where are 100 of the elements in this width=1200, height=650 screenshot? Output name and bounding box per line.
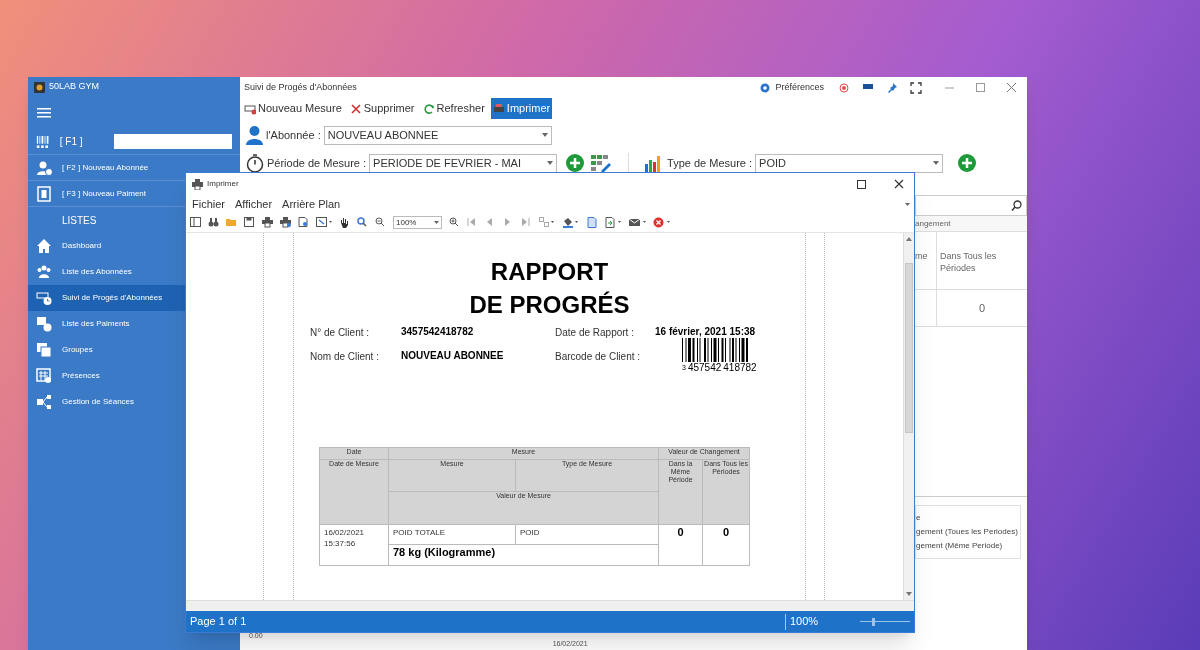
barcode-icon bbox=[36, 133, 50, 150]
gear-icon bbox=[759, 81, 772, 94]
toolbar-button[interactable]: Refresher bbox=[420, 98, 487, 119]
horizontal-scrollbar[interactable] bbox=[186, 600, 914, 611]
export-icon[interactable] bbox=[605, 217, 622, 228]
save-icon[interactable] bbox=[244, 217, 255, 228]
network-icon bbox=[36, 394, 52, 410]
barcode-digits: 457542 bbox=[687, 362, 722, 373]
app-title: 50LAB GYM bbox=[49, 80, 100, 94]
table-cell: POID TOTALE bbox=[388, 524, 516, 545]
field-label: Barcode de Client : bbox=[555, 350, 642, 364]
toolbar-button[interactable]: Nouveau Mesure bbox=[242, 98, 344, 119]
toolbar-button[interactable]: Imprimer bbox=[490, 98, 553, 119]
table-cell: POID bbox=[515, 524, 659, 545]
section-title: LISTES bbox=[62, 213, 97, 228]
report-title: RAPPORT bbox=[490, 257, 609, 287]
zoom-out-icon[interactable] bbox=[375, 217, 386, 228]
field-label: Type de Mesure : bbox=[667, 155, 753, 171]
menu-item[interactable]: Arrière Plan bbox=[282, 195, 341, 213]
zoom-dropdown[interactable]: 100% bbox=[393, 216, 442, 229]
field-label: l'Abonnée : bbox=[266, 127, 321, 143]
search-field[interactable] bbox=[915, 195, 1027, 216]
printer-icon bbox=[492, 102, 505, 115]
document-icon[interactable] bbox=[587, 217, 598, 228]
sidebar-item[interactable]: Présences bbox=[28, 363, 240, 389]
slider-thumb[interactable] bbox=[871, 617, 875, 626]
field-label: Nom de Client : bbox=[310, 350, 380, 364]
caret-icon bbox=[547, 161, 554, 165]
ruler-icon bbox=[244, 102, 256, 115]
refresh-icon bbox=[422, 102, 435, 115]
dropdown[interactable]: PERIODE DE FEVRIER - MAI bbox=[369, 153, 558, 173]
legend-label: e bbox=[916, 512, 922, 524]
user-icon bbox=[246, 125, 263, 145]
shortcut-label: [ F1 ] bbox=[59, 135, 84, 149]
page-indicator: Page 1 of 1 bbox=[189, 614, 248, 630]
menu-icon[interactable] bbox=[37, 108, 51, 118]
magnifier-icon[interactable] bbox=[357, 217, 368, 228]
field-label: Date de Rapport : bbox=[555, 326, 635, 340]
binoculars-icon[interactable] bbox=[208, 217, 219, 228]
zoom-level: 100% bbox=[790, 614, 820, 630]
stopwatch-icon bbox=[246, 153, 264, 173]
add-user-icon bbox=[36, 159, 52, 176]
maximize-icon[interactable] bbox=[857, 179, 866, 189]
scrollbar-thumb[interactable] bbox=[905, 263, 913, 433]
printer-icon[interactable] bbox=[262, 217, 273, 228]
add-icon[interactable] bbox=[566, 154, 585, 172]
dropdown[interactable]: NOUVEAU ABONNEE bbox=[323, 125, 552, 145]
users-icon bbox=[36, 264, 52, 280]
field-value: 3457542418782 bbox=[401, 325, 475, 339]
grid-edit-icon[interactable] bbox=[591, 154, 614, 172]
table-cell: 0 bbox=[658, 524, 703, 566]
sidebar-item[interactable]: Groupes bbox=[28, 337, 240, 363]
close-icon[interactable] bbox=[894, 179, 904, 189]
barcode-digits: 418782 bbox=[723, 362, 757, 373]
multipage-icon[interactable] bbox=[539, 217, 556, 228]
quick-print-icon[interactable] bbox=[280, 217, 291, 228]
panel-icon[interactable] bbox=[190, 217, 201, 228]
caret-icon bbox=[541, 133, 548, 137]
fullscreen-icon[interactable] bbox=[910, 81, 922, 94]
dropdown[interactable]: POID bbox=[755, 153, 944, 173]
column-header: Dans Tous les Périodes bbox=[940, 251, 997, 273]
column-header: me bbox=[915, 251, 928, 261]
sidebar-item[interactable]: Gestion de Séances bbox=[28, 389, 240, 415]
chevron-icon[interactable] bbox=[905, 202, 910, 206]
attendance-icon bbox=[36, 368, 52, 384]
ruler-clock-icon bbox=[36, 290, 52, 306]
zoom-slider[interactable] bbox=[860, 616, 910, 627]
hand-icon[interactable] bbox=[339, 217, 350, 228]
table-cell: 0 bbox=[702, 524, 750, 566]
pin-icon[interactable] bbox=[886, 81, 898, 94]
down-arrow-icon bbox=[906, 592, 912, 596]
barcode-input[interactable] bbox=[114, 134, 232, 149]
legend-label: gement (Même Periode) bbox=[916, 540, 1004, 552]
field-label: N° de Client : bbox=[310, 326, 371, 340]
dialog-title: Imprimer bbox=[207, 178, 240, 190]
record-icon[interactable] bbox=[838, 81, 850, 94]
window-title: Suivi de Progés d'Abonnées bbox=[244, 80, 358, 94]
field-label: Période de Mesure : bbox=[267, 155, 367, 171]
table-cell-text: 0 bbox=[978, 300, 986, 316]
app-logo-icon bbox=[34, 81, 45, 93]
close-preview-icon[interactable] bbox=[653, 217, 670, 228]
delete-icon bbox=[349, 102, 362, 115]
email-icon[interactable] bbox=[629, 217, 646, 228]
sidebar-item[interactable]: Liste des Abonnées bbox=[28, 259, 240, 285]
up-arrow-icon bbox=[906, 237, 912, 241]
add-icon[interactable] bbox=[958, 154, 977, 172]
field-value: 16 février, 2021 15:38 bbox=[655, 325, 757, 339]
fill-color-icon[interactable] bbox=[563, 217, 580, 228]
vertical-scrollbar[interactable] bbox=[903, 233, 914, 600]
report-title: DE PROGRÉS bbox=[469, 290, 630, 320]
field-value: NOUVEAU ABONNEE bbox=[401, 349, 505, 363]
sidebar-item[interactable]: Dashboard bbox=[28, 233, 240, 259]
printer-icon bbox=[192, 178, 203, 190]
home-icon bbox=[36, 238, 52, 254]
preferences-button[interactable]: Préférences bbox=[759, 80, 824, 95]
toolbar-button[interactable]: Supprimer bbox=[347, 98, 417, 119]
zoom-in-icon[interactable] bbox=[449, 217, 460, 228]
sidebar-item[interactable]: Liste des Paiments bbox=[28, 311, 240, 337]
caret-icon bbox=[933, 161, 940, 165]
table-cell: 16/02/2021 15:37:56 bbox=[319, 524, 389, 566]
